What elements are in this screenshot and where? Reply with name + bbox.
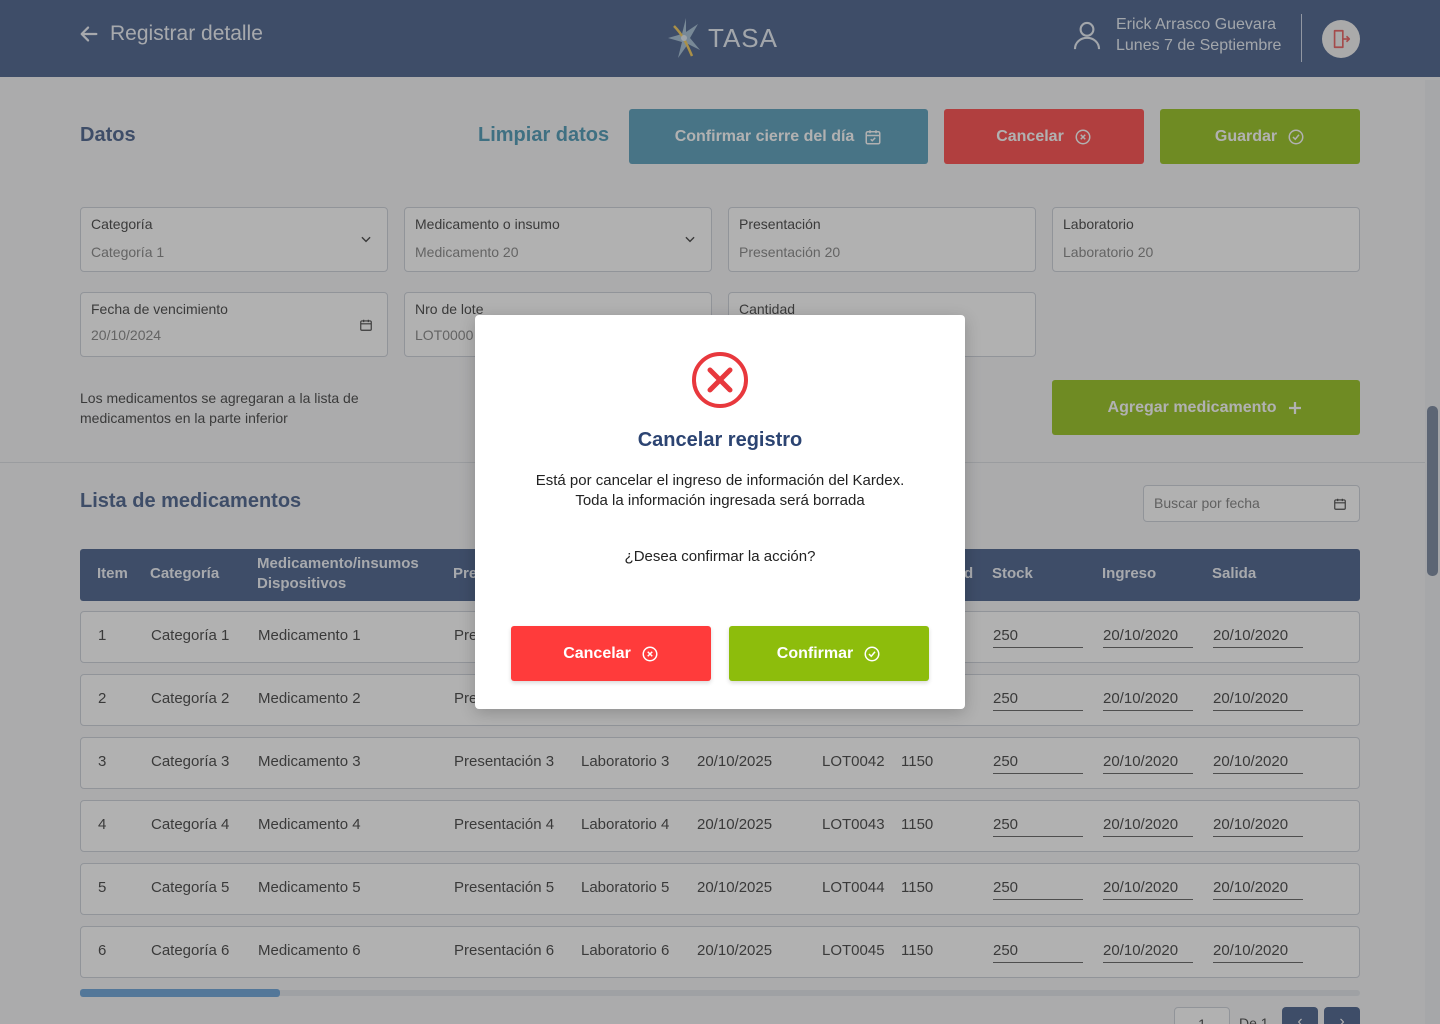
- dialog-question: ¿Desea confirmar la acción?: [624, 548, 816, 565]
- dialog-title: Cancelar registro: [637, 429, 803, 451]
- dialog-message-line1: Está por cancelar el ingreso de informac…: [535, 472, 905, 489]
- check-circle-icon: [864, 646, 880, 661]
- error-circle-icon: [692, 352, 748, 408]
- dialog-message: Está por cancelar el ingreso de informac…: [475, 471, 965, 511]
- dialog-confirm-label: Confirmar: [776, 644, 854, 662]
- dialog-message-line2: Toda la información ingresada será borra…: [575, 492, 865, 509]
- dialog-cancel-button[interactable]: Cancelar: [511, 626, 711, 681]
- dialog-cancel-label: Cancelar: [563, 644, 631, 662]
- dialog-confirm-button[interactable]: Confirmar: [729, 626, 929, 681]
- cancel-dialog: Cancelar registro Está por cancelar el i…: [475, 315, 965, 709]
- close-circle-icon: [642, 646, 658, 661]
